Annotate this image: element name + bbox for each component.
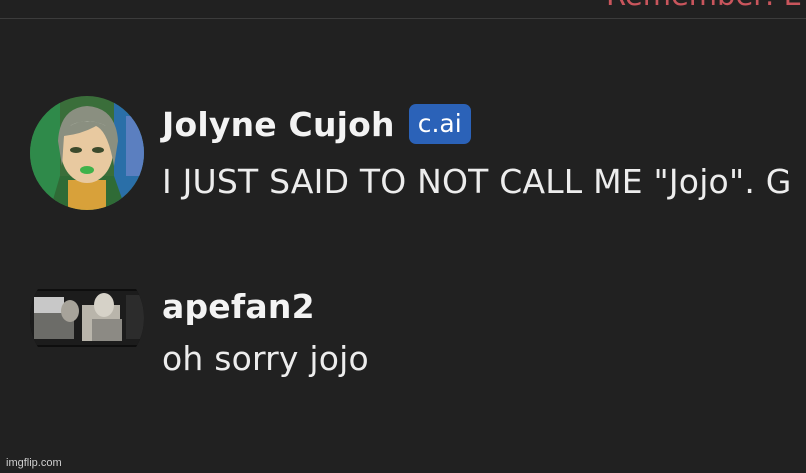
author-row: Jolyne Cujoh c.ai: [162, 104, 471, 144]
header-divider: [0, 18, 806, 19]
cai-badge: c.ai: [408, 104, 471, 144]
author-name[interactable]: Jolyne Cujoh: [162, 105, 395, 144]
reminder-text: Remember: Ev: [606, 0, 806, 12]
message-text: oh sorry jojo: [162, 339, 369, 378]
jolyne-avatar-icon[interactable]: [30, 96, 144, 210]
message-text: I JUST SAID TO NOT CALL ME "Jojo". G: [162, 162, 792, 201]
user-avatar-icon[interactable]: [30, 289, 144, 347]
author-name[interactable]: apefan2: [162, 287, 315, 326]
reminder-banner: Remember: Ev: [0, 0, 806, 18]
chat-message-user: apefan2 oh sorry jojo: [0, 287, 806, 378]
chat-message-bot: Jolyne Cujoh c.ai I JUST SAID TO NOT CAL…: [0, 96, 806, 214]
imgflip-watermark: imgflip.com: [6, 457, 62, 469]
author-row: apefan2: [162, 287, 315, 326]
